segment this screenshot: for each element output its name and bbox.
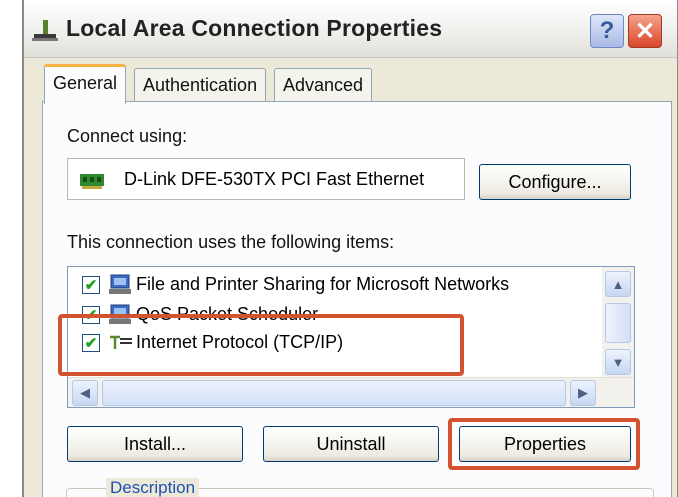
components-list[interactable]: ✔ File and Printer Sharing for Microsoft… xyxy=(67,266,635,408)
scroll-left-icon[interactable]: ◀ xyxy=(72,380,98,406)
close-button[interactable]: ✕ xyxy=(628,14,662,48)
general-panel: Connect using: D-Link DFE-530TX PCI Fast… xyxy=(42,101,672,497)
scroll-right-icon[interactable]: ▶ xyxy=(570,380,596,406)
tab-authentication[interactable]: Authentication xyxy=(134,68,267,102)
items-label: This connection uses the following items… xyxy=(67,232,395,252)
dialog-window: Local Area Connection Properties ? ✕ Gen… xyxy=(22,0,678,497)
protocol-icon xyxy=(110,335,132,349)
install-button[interactable]: Install... xyxy=(67,426,243,462)
scroll-up-icon[interactable]: ▲ xyxy=(605,271,631,297)
adapter-box: D-Link DFE-530TX PCI Fast Ethernet xyxy=(67,158,465,200)
item-label: QoS Packet Scheduler xyxy=(136,304,319,324)
item-label: Internet Protocol (TCP/IP) xyxy=(136,332,344,352)
network-service-icon xyxy=(109,304,131,324)
configure-button[interactable]: Configure... xyxy=(479,164,631,200)
properties-button[interactable]: Properties xyxy=(459,426,631,462)
network-adapter-icon xyxy=(80,174,104,189)
item-label: File and Printer Sharing for Microsoft N… xyxy=(136,274,510,294)
description-label: Description xyxy=(106,478,200,497)
connect-using-label: Connect using: xyxy=(67,126,188,146)
list-item[interactable]: ✔ Internet Protocol (TCP/IP) xyxy=(68,329,588,359)
scroll-down-icon[interactable]: ▼ xyxy=(605,349,631,375)
item-checkbox[interactable]: ✔ xyxy=(82,306,100,324)
item-checkbox[interactable]: ✔ xyxy=(82,276,100,294)
horizontal-scrollbar[interactable]: ◀ ▶ xyxy=(68,377,634,407)
help-button[interactable]: ? xyxy=(590,14,624,48)
tab-general[interactable]: General xyxy=(44,64,127,104)
network-connection-icon xyxy=(32,20,58,41)
title-bar[interactable]: Local Area Connection Properties ? ✕ xyxy=(24,0,677,58)
window-title: Local Area Connection Properties xyxy=(66,15,443,41)
network-sharing-icon xyxy=(109,274,131,294)
item-checkbox[interactable]: ✔ xyxy=(82,334,100,352)
vertical-scroll-thumb[interactable] xyxy=(605,303,631,343)
vertical-scrollbar[interactable]: ▲ ▼ xyxy=(602,267,634,377)
horizontal-scroll-thumb[interactable] xyxy=(102,380,566,406)
adapter-name: D-Link DFE-530TX PCI Fast Ethernet xyxy=(124,169,425,189)
uninstall-button[interactable]: Uninstall xyxy=(263,426,439,462)
list-item[interactable]: ✔ QoS Packet Scheduler xyxy=(68,301,588,331)
tab-advanced[interactable]: Advanced xyxy=(274,68,373,102)
list-item[interactable]: ✔ File and Printer Sharing for Microsoft… xyxy=(68,271,588,301)
